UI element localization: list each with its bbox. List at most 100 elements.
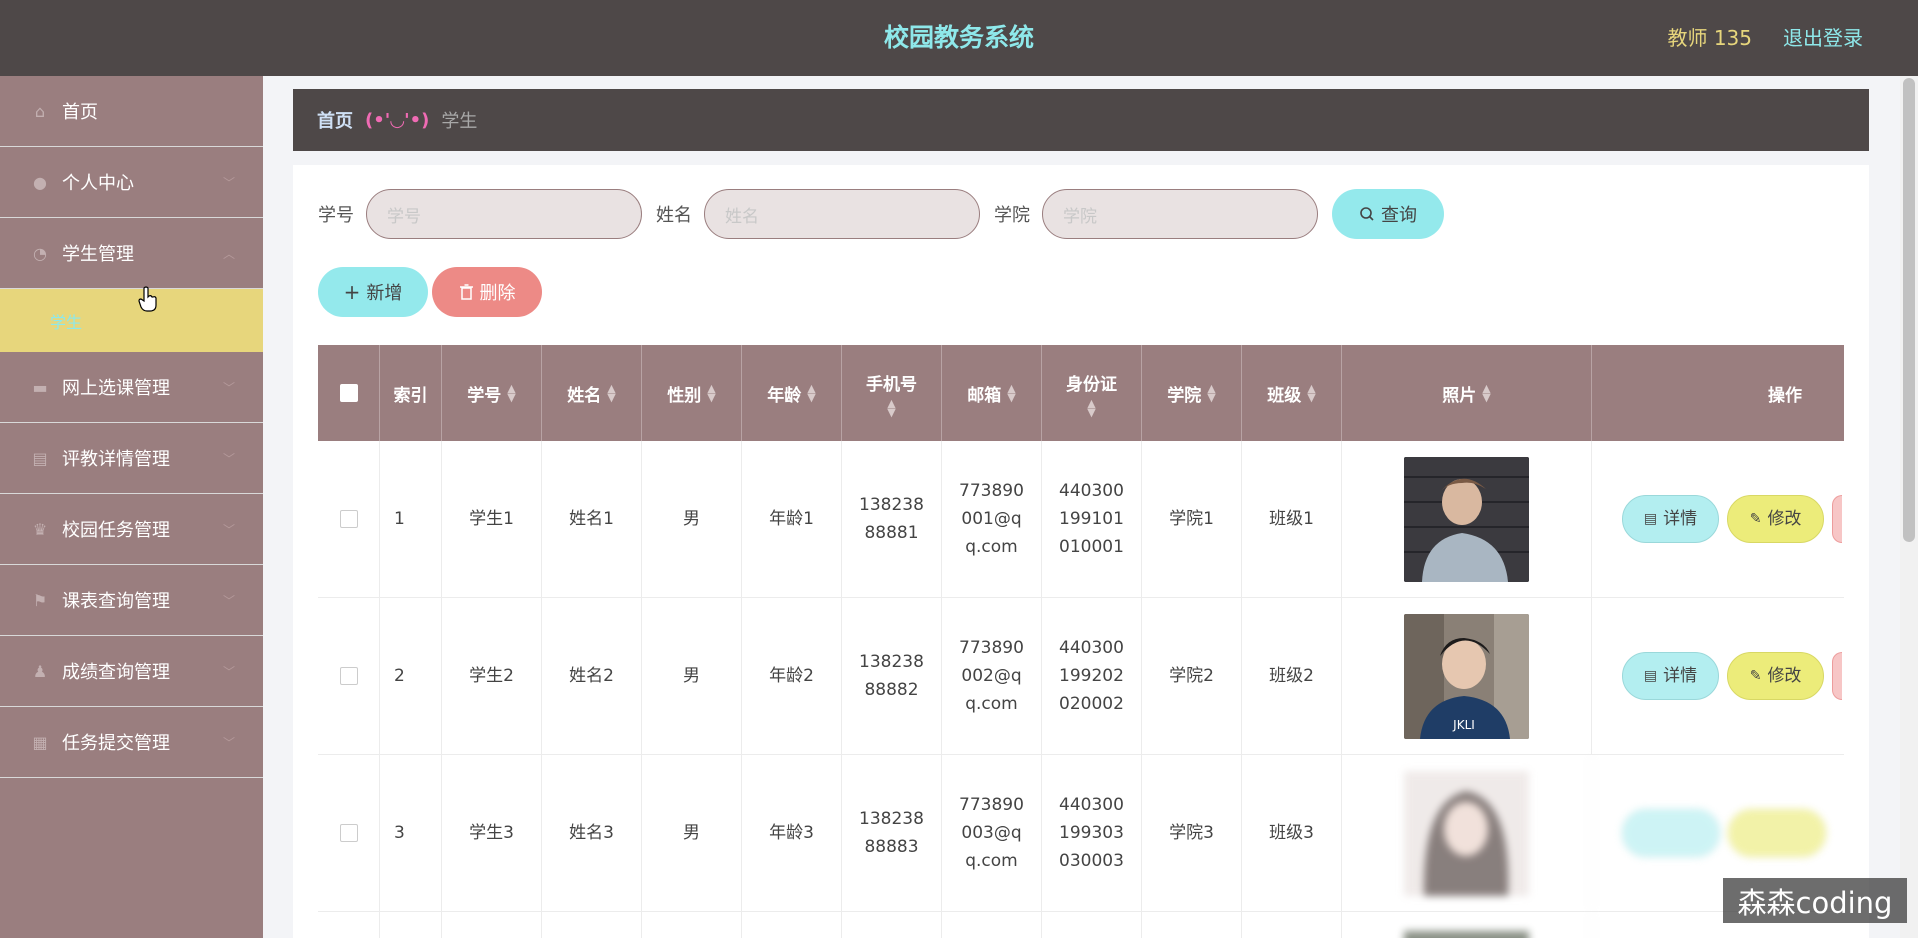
student-photo[interactable] [1404, 456, 1529, 582]
sort-icon[interactable]: ▲ ▼ [607, 383, 615, 403]
sort-icon[interactable]: ▲ ▼ [1307, 383, 1315, 403]
cell-photo: JKLI [1342, 598, 1592, 754]
student-photo[interactable] [1404, 770, 1529, 896]
top-bar: 校园教务系统 教师 135 退出登录 [0, 0, 1918, 76]
column-header-class[interactable]: 班级 ▲ ▼ [1242, 345, 1342, 441]
student-id-label: 学号 [318, 205, 354, 226]
sidebar-item-label: 学生管理 [62, 244, 134, 265]
cell-student-id: 学生3 [442, 755, 542, 911]
college-input[interactable]: 学院 [1042, 189, 1318, 239]
detail-button[interactable]: ▤ 详情 [1622, 652, 1720, 700]
cell-gender: 男 [642, 441, 742, 597]
student-photo[interactable]: JKLI [1404, 613, 1529, 739]
edit-button[interactable] [1728, 809, 1826, 857]
sort-icon[interactable]: ▲ ▼ [507, 383, 515, 403]
cell-age: 年龄3 [742, 755, 842, 911]
scrollbar-thumb[interactable] [1903, 78, 1915, 542]
column-header-actions: 操作 [1768, 385, 1802, 406]
cell-class: 班级3 [1242, 755, 1342, 911]
trophy-icon: ♛ [32, 519, 48, 539]
cell-gender: 男 [642, 598, 742, 754]
flag-icon: ⚑ [32, 590, 48, 610]
cell-age: 年龄1 [742, 441, 842, 597]
sidebar-item-student-management[interactable]: ◔ 学生管理 ︿ [0, 218, 263, 289]
sidebar-item-task-submission[interactable]: ▦ 任务提交管理 ﹀ [0, 707, 263, 778]
sort-icon[interactable]: ▲ ▼ [1207, 383, 1215, 403]
cell-name: 姓名3 [542, 755, 642, 911]
column-header-name[interactable]: 姓名 ▲ ▼ [542, 345, 642, 441]
breadcrumb-home[interactable]: 首页 [317, 107, 353, 133]
edit-button[interactable]: ✎ 修改 [1727, 495, 1825, 543]
row-checkbox[interactable] [339, 824, 358, 842]
chevron-down-icon: ﹀ [222, 665, 235, 679]
detail-button[interactable] [1622, 809, 1720, 857]
cell-index: 2 [380, 598, 442, 754]
name-input[interactable]: 姓名 [704, 189, 980, 239]
column-header-college[interactable]: 学院 ▲ ▼ [1142, 345, 1242, 441]
column-header-gender[interactable]: 性别 ▲ ▼ [642, 345, 742, 441]
cell-photo [1342, 441, 1592, 597]
delete-button[interactable]: 删除 [432, 267, 542, 317]
sidebar-item-evaluation[interactable]: ▤ 评教详情管理 ﹀ [0, 423, 263, 494]
sort-icon[interactable]: ▲ ▼ [1087, 398, 1095, 418]
column-header-student-id[interactable]: 学号 ▲ ▼ [442, 345, 542, 441]
row-delete-button[interactable] [1832, 652, 1842, 700]
watermark: 森森coding [1723, 878, 1907, 923]
column-header-email[interactable]: 邮箱 ▲ ▼ [942, 345, 1042, 441]
sidebar-item-label: 个人中心 [62, 173, 134, 194]
cell-actions: ▤ 详情 ✎ 修改 [1592, 441, 1842, 597]
table-row: 2 学生2 姓名2 男 年龄2 13823888882 773890002@qq… [318, 598, 1844, 755]
sidebar-item-timetable[interactable]: ⚑ 课表查询管理 ﹀ [0, 565, 263, 636]
add-button[interactable]: + 新增 [318, 267, 428, 317]
sidebar-item-label: 成绩查询管理 [62, 662, 170, 683]
sidebar-item-campus-tasks[interactable]: ♛ 校园任务管理 ﹀ [0, 494, 263, 565]
chevron-down-icon: ﹀ [222, 523, 235, 537]
person-icon: ♟ [32, 661, 48, 681]
column-header-idcard[interactable]: 身份证 ▲ ▼ [1042, 345, 1142, 441]
breadcrumb-separator: (•'◡'•) [365, 109, 430, 131]
sort-icon[interactable]: ▲ ▼ [1007, 383, 1015, 403]
sidebar-item-home[interactable]: ⌂ 首页 [0, 76, 263, 147]
sidebar-subitem-students[interactable]: 学生 [0, 289, 263, 352]
column-header-phone[interactable]: 手机号 ▲ ▼ [842, 345, 942, 441]
grid-icon: ▦ [32, 732, 48, 752]
page-scrollbar[interactable] [1900, 76, 1918, 938]
edit-button[interactable]: ✎ 修改 [1727, 652, 1825, 700]
sort-icon[interactable]: ▲ ▼ [887, 398, 895, 418]
student-photo[interactable] [1404, 931, 1529, 938]
cell-phone: 13823888883 [842, 755, 942, 911]
select-all-checkbox[interactable] [339, 384, 358, 402]
sort-icon[interactable]: ▲ ▼ [707, 383, 715, 403]
sidebar-item-label: 校园任务管理 [62, 520, 170, 541]
sidebar-item-personal-center[interactable]: ● 个人中心 ﹀ [0, 147, 263, 218]
pencil-icon: ✎ [1749, 668, 1762, 684]
chevron-down-icon: ﹀ [222, 176, 235, 190]
sidebar-item-course-selection[interactable]: ▬ 网上选课管理 ﹀ [0, 352, 263, 423]
column-header-age[interactable]: 年龄 ▲ ▼ [742, 345, 842, 441]
detail-button[interactable]: ▤ 详情 [1622, 495, 1720, 543]
student-id-input[interactable]: 学号 [366, 189, 642, 239]
query-button[interactable]: 查询 [1332, 189, 1444, 239]
delete-button-label: 删除 [479, 283, 516, 304]
clock-icon: ◔ [33, 243, 47, 263]
sidebar-item-grades[interactable]: ♟ 成绩查询管理 ﹀ [0, 636, 263, 707]
sort-icon[interactable]: ▲ ▼ [1482, 383, 1490, 403]
row-checkbox[interactable] [339, 667, 358, 685]
student-table: 索引 学号 ▲ ▼ 姓名 ▲ ▼ 性别 ▲ ▼ 年龄 ▲ ▼ 手机号 ▲ ▼ 邮箱 ▲ ▼ 身份证 ▲ ▼ … [318, 345, 1844, 938]
logout-link[interactable]: 退出登录 [1783, 0, 1863, 76]
cell-index: 1 [380, 441, 442, 597]
app-title: 校园教务系统 [883, 23, 1034, 52]
hand-cursor-icon [138, 286, 157, 312]
cell-email: 773890003@qq.com [942, 755, 1042, 911]
detail-button-label: 详情 [1663, 666, 1698, 686]
search-form: 学号 学号 姓名 姓名 学院 学院 查询 [318, 189, 1444, 239]
cell-email: 773890001@qq.com [942, 441, 1042, 597]
svg-text:JKLI: JKLI [1452, 718, 1475, 732]
chevron-up-icon: ︿ [222, 247, 235, 261]
row-checkbox[interactable] [339, 510, 358, 528]
cell-index: 3 [380, 755, 442, 911]
row-delete-button[interactable] [1832, 495, 1842, 543]
column-header-photo[interactable]: 照片 ▲ ▼ [1342, 345, 1592, 441]
cell-college: 学院3 [1142, 755, 1242, 911]
sort-icon[interactable]: ▲ ▼ [807, 383, 815, 403]
